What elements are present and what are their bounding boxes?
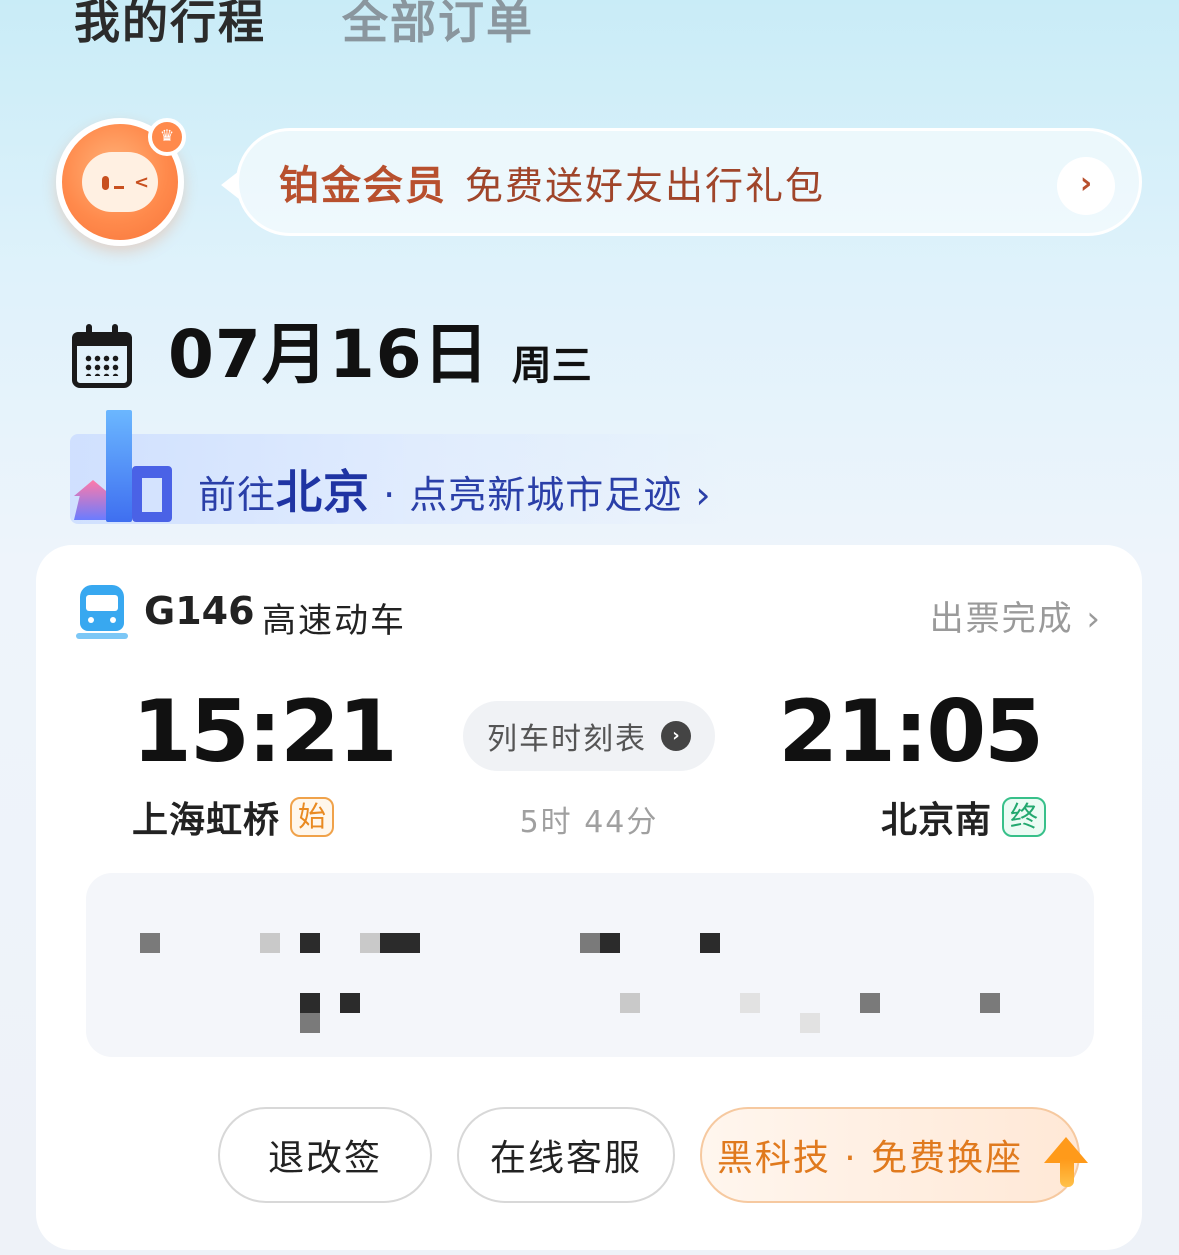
schedule-label: 列车时刻表 [487, 722, 647, 757]
mascot-eye-left [102, 176, 109, 190]
trip-date: 07月16日 [168, 316, 490, 393]
destination-banner[interactable]: 前往北京 · 点亮新城市足迹 › [70, 410, 750, 524]
member-subtitle: 免费送好友出行礼包 [465, 163, 826, 208]
train-icon [76, 585, 128, 641]
pixelated-passenger-info [86, 873, 1094, 1057]
chevron-right-icon: › [1086, 599, 1102, 639]
member-avatar[interactable]: < ♛ [56, 118, 186, 246]
building-icon [132, 466, 172, 522]
departure-station-row: 上海虹桥 始 [132, 791, 335, 843]
train-type: 高速动车 [262, 601, 406, 641]
arrival-station: 北京南 [880, 800, 992, 841]
free-seat-change-button[interactable]: 黑科技 · 免费换座 [700, 1107, 1088, 1203]
end-station-tag: 终 [1001, 797, 1046, 837]
crown-icon: ♛ [148, 118, 186, 156]
start-station-tag: 始 [290, 797, 335, 837]
departure-station: 上海虹桥 [132, 800, 281, 841]
arrival-station-row: 北京南 终 [881, 791, 1046, 843]
destination-prefix: 前往 [198, 473, 277, 517]
destination-suffix: · 点亮新城市足迹 [370, 473, 683, 517]
ticket-card[interactable]: G146 高速动车 出票完成 › 15:21 上海虹桥 始 列车时刻表 › 5时… [36, 545, 1142, 1250]
train-number: G146 [144, 589, 255, 633]
departure-time: 15:21 [132, 682, 398, 782]
trip-weekday: 周三 [511, 343, 592, 389]
tab-my-trips[interactable]: 我的行程 [74, 0, 266, 52]
trip-duration: 5时 44分 [519, 805, 659, 840]
online-service-button[interactable]: 在线客服 [457, 1107, 675, 1203]
tab-all-orders[interactable]: 全部订单 [342, 0, 534, 52]
mascot-face: < [82, 152, 158, 212]
free-seat-change-label: 黑科技 · 免费换座 [716, 1138, 1024, 1179]
refund-change-button[interactable]: 退改签 [218, 1107, 432, 1203]
member-banner[interactable]: 铂金会员 免费送好友出行礼包 › [221, 128, 1142, 236]
chevron-right-circle-icon: › [661, 721, 691, 751]
arrow-up-icon-tail [1060, 1159, 1074, 1187]
member-title: 铂金会员 [279, 163, 447, 209]
mascot-eye-right: < [134, 172, 150, 193]
destination-city: 北京 [276, 465, 371, 519]
tower-icon [106, 410, 132, 522]
top-tabs: 我的行程 全部订单 [74, 0, 534, 52]
calendar-icon [72, 324, 132, 388]
destination-text: 前往北京 · 点亮新城市足迹 › [198, 456, 712, 522]
trip-date-row: 07月16日 周三 [72, 322, 592, 388]
chevron-right-icon[interactable]: › [1057, 157, 1115, 215]
schedule-button[interactable]: 列车时刻表 › [463, 701, 715, 771]
mascot-mouth [114, 186, 124, 189]
ticket-status-link[interactable]: 出票完成 › [930, 591, 1102, 640]
chevron-right-icon: › [695, 473, 712, 517]
arrival-time: 21:05 [778, 682, 1044, 782]
ticket-status: 出票完成 [929, 599, 1074, 639]
